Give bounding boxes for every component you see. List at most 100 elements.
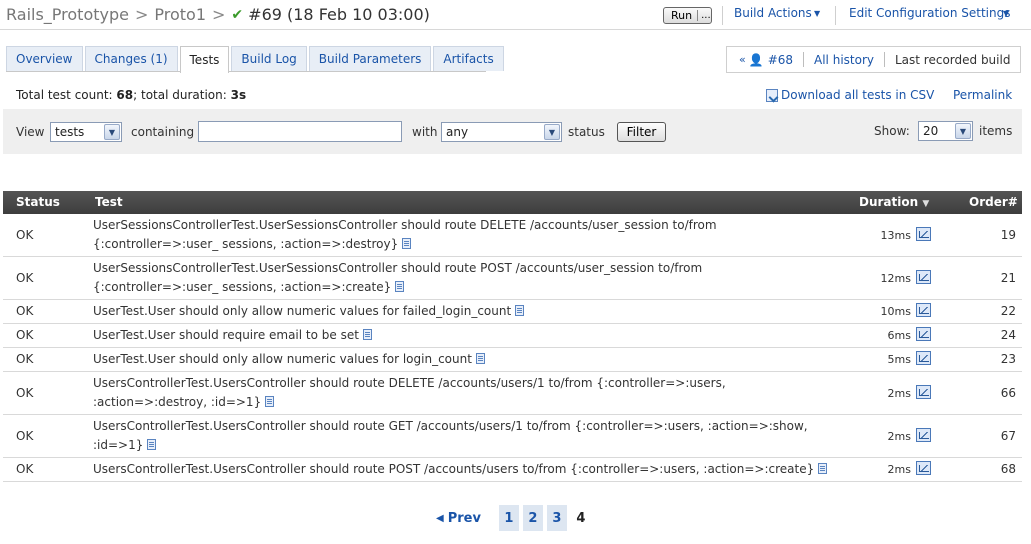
with-label: with [412, 125, 438, 139]
status-select[interactable]: any ▼ [441, 122, 562, 142]
build-actions-link[interactable]: Build Actions [734, 6, 812, 20]
log-icon[interactable] [395, 281, 405, 292]
chart-icon[interactable] [916, 385, 931, 399]
row-test-name[interactable]: UserTest.User should only allow numeric … [93, 302, 828, 321]
divider [803, 52, 805, 67]
row-order: 19 [1000, 228, 1016, 242]
log-icon[interactable] [818, 463, 828, 474]
row-test-name[interactable]: UserSessionsControllerTest.UserSessionsC… [93, 259, 828, 297]
row-test-name[interactable]: UsersControllerTest.UsersController shou… [93, 417, 828, 455]
log-icon[interactable] [402, 238, 412, 249]
sort-desc-icon: ▼ [922, 199, 930, 209]
pagination: ◀ Prev 1 2 3 4 [436, 505, 595, 531]
row-status: OK [16, 429, 34, 443]
tab-build-parameters[interactable]: Build Parameters [308, 46, 432, 71]
view-select-value: tests [55, 125, 85, 139]
chevron-down-icon[interactable]: ▼ [955, 123, 971, 139]
column-status[interactable]: Status [16, 195, 60, 209]
total-duration: 3s [230, 88, 247, 102]
row-status: OK [16, 352, 34, 366]
log-icon[interactable] [147, 439, 157, 450]
row-test-name[interactable]: UserSessionsControllerTest.UserSessionsC… [93, 216, 828, 254]
row-test-name[interactable]: UserTest.User should require email to be… [93, 326, 828, 345]
chevron-down-icon[interactable]: ▼ [814, 9, 820, 18]
column-duration[interactable]: Duration ▼ [859, 195, 929, 209]
row-order: 24 [1000, 328, 1016, 342]
chart-icon[interactable] [916, 461, 931, 475]
run-button[interactable]: Run ... [663, 7, 712, 24]
row-order: 22 [1000, 304, 1016, 318]
tab-tests[interactable]: Tests [179, 46, 230, 73]
chevron-down-icon[interactable]: ▼ [544, 124, 560, 140]
row-order: 23 [1000, 352, 1016, 366]
test-count: 68 [116, 88, 134, 102]
row-test-text: UserTest.User should only allow numeric … [93, 304, 512, 318]
table-row: OK UserSessionsControllerTest.UserSessio… [3, 214, 1022, 257]
log-icon[interactable] [265, 396, 275, 407]
user-success-icon: 👤 [748, 52, 764, 67]
row-duration: 5ms [887, 353, 911, 366]
row-order: 21 [1000, 271, 1016, 285]
column-test[interactable]: Test [95, 195, 123, 209]
log-icon[interactable] [362, 329, 372, 340]
double-chevron-left-icon[interactable]: « [739, 53, 746, 66]
chart-icon[interactable] [916, 327, 931, 341]
row-status: OK [16, 386, 34, 400]
run-more-button[interactable]: ... [697, 10, 711, 21]
log-icon[interactable] [515, 305, 525, 316]
containing-input[interactable] [198, 121, 402, 142]
prev-page-button[interactable]: ◀ Prev [436, 511, 481, 526]
download-csv-link[interactable]: Download all tests in CSV [766, 88, 934, 102]
row-duration: 6ms [887, 329, 911, 342]
build-title: #69 (18 Feb 10 03:00) [248, 5, 430, 24]
status-label: status [568, 125, 605, 139]
chart-icon[interactable] [916, 351, 931, 365]
row-status: OK [16, 462, 34, 476]
breadcrumb-project[interactable]: Rails_Prototype [6, 5, 129, 24]
edit-settings-link[interactable]: Edit Configuration Settings [849, 6, 1010, 20]
column-duration-label: Duration [859, 195, 919, 209]
row-duration: 13ms [880, 229, 911, 242]
previous-build-link[interactable]: #68 [768, 53, 793, 67]
page-link-2[interactable]: 2 [522, 505, 543, 531]
row-status: OK [16, 228, 34, 242]
table-row: OK UsersControllerTest.UsersController s… [3, 372, 1022, 415]
row-test-text: UserTest.User should require email to be… [93, 328, 359, 342]
table-row: OK UsersControllerTest.UsersController s… [3, 415, 1022, 458]
chart-icon[interactable] [916, 428, 931, 442]
chevron-down-icon[interactable]: ▼ [104, 124, 120, 140]
chevron-down-icon[interactable]: ▼ [1003, 9, 1009, 18]
permalink-link[interactable]: Permalink [953, 88, 1012, 102]
chart-icon[interactable] [916, 303, 931, 317]
items-label: items [979, 124, 1013, 138]
row-test-text: UsersControllerTest.UsersController shou… [93, 462, 815, 476]
download-icon [766, 88, 778, 102]
row-test-name[interactable]: UsersControllerTest.UsersController shou… [93, 460, 828, 479]
divider [883, 52, 885, 67]
table-row: OK UserTest.User should only allow numer… [3, 348, 1022, 372]
filter-button[interactable]: Filter [617, 122, 666, 142]
row-test-name[interactable]: UsersControllerTest.UsersController shou… [93, 374, 828, 412]
page-link-3[interactable]: 3 [546, 505, 567, 531]
breadcrumb-config[interactable]: Proto1 [154, 5, 206, 24]
log-icon[interactable] [475, 353, 485, 364]
table-header: Status Test Duration ▼ Order# [3, 191, 1022, 214]
chart-icon[interactable] [916, 270, 931, 284]
row-test-name[interactable]: UserTest.User should only allow numeric … [93, 350, 828, 369]
page-link-1[interactable]: 1 [498, 505, 519, 531]
divider [722, 6, 723, 25]
row-status: OK [16, 328, 34, 342]
tab-build-log[interactable]: Build Log [231, 46, 307, 71]
all-history-link[interactable]: All history [814, 53, 874, 67]
tab-artifacts[interactable]: Artifacts [433, 46, 504, 71]
download-csv-label: Download all tests in CSV [781, 88, 935, 102]
tab-changes[interactable]: Changes (1) [84, 46, 178, 71]
view-select[interactable]: tests ▼ [50, 122, 122, 142]
page-size-select[interactable]: 20 ▼ [918, 121, 973, 141]
row-test-text: UsersControllerTest.UsersController shou… [93, 419, 808, 452]
summary-middle: ; total duration: [133, 88, 231, 102]
column-order[interactable]: Order# [969, 195, 1018, 209]
chart-icon[interactable] [916, 227, 931, 241]
tab-overview[interactable]: Overview [6, 46, 83, 71]
row-duration: 2ms [887, 430, 911, 443]
